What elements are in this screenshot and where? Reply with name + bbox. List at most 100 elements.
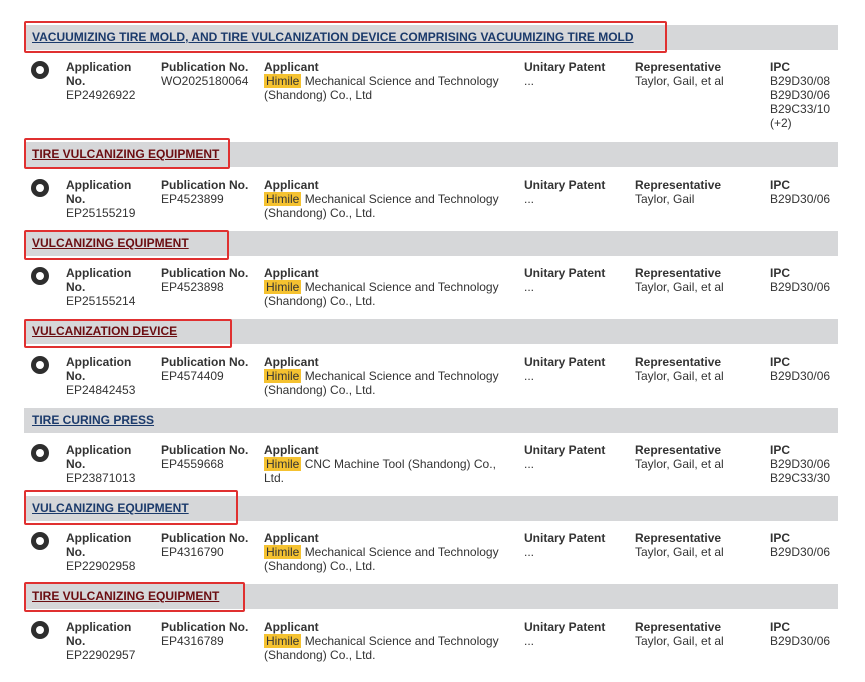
application-no-value: EP25155219 — [66, 206, 136, 220]
publication-no-cell: Publication No. EP4523898 — [161, 266, 261, 294]
applicant-label: Applicant — [264, 266, 319, 280]
publication-no-value: EP4523898 — [161, 280, 224, 294]
select-radio[interactable] — [31, 532, 49, 550]
result-title-link[interactable]: VULCANIZATION DEVICE — [32, 324, 177, 338]
applicant-highlight: Himile — [264, 192, 302, 206]
representative-cell: Representative Taylor, Gail, et al — [635, 60, 763, 88]
application-no-value: EP24926922 — [66, 88, 136, 102]
ipc-cell: IPC B29D30/06 — [770, 620, 850, 648]
ipc-label: IPC — [770, 620, 791, 634]
result-title-link[interactable]: VULCANIZING EQUIPMENT — [32, 236, 189, 250]
unitary-patent-value: ... — [524, 74, 535, 88]
applicant-highlight: Himile — [264, 369, 302, 383]
select-radio[interactable] — [31, 61, 49, 79]
publication-no-label: Publication No. — [161, 531, 249, 545]
publication-no-label: Publication No. — [161, 443, 249, 457]
unitary-patent-label: Unitary Patent — [524, 443, 606, 457]
application-no-value: EP22902958 — [66, 559, 136, 573]
applicant-highlight: Himile — [264, 634, 302, 648]
publication-no-cell: Publication No. EP4316790 — [161, 531, 261, 559]
application-no-cell: Application No. EP23871013 — [66, 443, 148, 485]
application-no-cell: Application No. EP24842453 — [66, 355, 148, 397]
result-title-link[interactable]: VACUUMIZING TIRE MOLD, AND TIRE VULCANIZ… — [32, 30, 634, 44]
representative-label: Representative — [635, 531, 722, 545]
unitary-patent-label: Unitary Patent — [524, 620, 606, 634]
result-title-bar: VACUUMIZING TIRE MOLD, AND TIRE VULCANIZ… — [24, 25, 838, 50]
application-no-label: Application No. — [66, 355, 132, 383]
ipc-label: IPC — [770, 355, 791, 369]
application-no-cell: Application No. EP22902958 — [66, 531, 148, 573]
unitary-patent-cell: Unitary Patent... — [524, 443, 624, 471]
applicant-label: Applicant — [264, 60, 319, 74]
publication-no-cell: Publication No. EP4559668 — [161, 443, 261, 471]
representative-value: Taylor, Gail, et al — [635, 369, 724, 383]
representative-label: Representative — [635, 355, 722, 369]
ipc-value: B29D30/06 — [770, 369, 831, 383]
application-no-cell: Application No. EP22902957 — [66, 620, 148, 662]
applicant-label: Applicant — [264, 443, 319, 457]
applicant-value: Himile Mechanical Science and Technology… — [264, 280, 516, 308]
applicant-highlight: Himile — [264, 545, 302, 559]
unitary-patent-label: Unitary Patent — [524, 531, 606, 545]
applicant-cell: Applicant Himile CNC Machine Tool (Shando… — [264, 443, 516, 485]
publication-no-value: EP4574409 — [161, 369, 224, 383]
unitary-patent-label: Unitary Patent — [524, 60, 606, 74]
select-radio[interactable] — [31, 179, 49, 197]
representative-cell: Representative Taylor, Gail, et al — [635, 443, 763, 471]
unitary-patent-value: ... — [524, 634, 535, 648]
publication-no-value: EP4559668 — [161, 457, 224, 471]
application-no-label: Application No. — [66, 60, 132, 88]
unitary-patent-cell: Unitary Patent... — [524, 266, 624, 294]
ipc-cell: IPC B29D30/06 — [770, 178, 850, 206]
publication-no-value: EP4523899 — [161, 192, 224, 206]
unitary-patent-value: ... — [524, 457, 535, 471]
unitary-patent-value: ... — [524, 192, 535, 206]
result-title-link[interactable]: TIRE VULCANIZING EQUIPMENT — [32, 147, 219, 161]
result-title-link[interactable]: TIRE CURING PRESS — [32, 413, 154, 427]
result-title-link[interactable]: VULCANIZING EQUIPMENT — [32, 501, 189, 515]
unitary-patent-cell: Unitary Patent... — [524, 355, 624, 383]
unitary-patent-label: Unitary Patent — [524, 355, 606, 369]
publication-no-label: Publication No. — [161, 620, 249, 634]
application-no-cell: Application No. EP24926922 — [66, 60, 148, 102]
applicant-value: Himile Mechanical Science and Technology… — [264, 545, 516, 573]
publication-no-cell: Publication No. WO2025180064 — [161, 60, 261, 88]
application-no-label: Application No. — [66, 620, 132, 648]
ipc-value: B29D30/06 — [770, 280, 831, 294]
publication-no-cell: Publication No. EP4574409 — [161, 355, 261, 383]
ipc-label: IPC — [770, 266, 791, 280]
result-title-bar: TIRE VULCANIZING EQUIPMENT — [24, 142, 838, 167]
representative-value: Taylor, Gail, et al — [635, 545, 724, 559]
representative-value: Taylor, Gail, et al — [635, 634, 724, 648]
applicant-cell: Applicant Himile Mechanical Science and T… — [264, 620, 516, 662]
applicant-label: Applicant — [264, 355, 319, 369]
result-title-bar: VULCANIZING EQUIPMENT — [24, 231, 838, 256]
ipc-cell: IPC B29D30/06 — [770, 531, 850, 559]
ipc-value: B29D30/06 — [770, 545, 831, 559]
applicant-value: Himile Mechanical Science and Technology… — [264, 192, 516, 220]
applicant-label: Applicant — [264, 178, 319, 192]
ipc-value: B29D30/06 — [770, 192, 831, 206]
publication-no-label: Publication No. — [161, 266, 249, 280]
application-no-label: Application No. — [66, 266, 132, 294]
unitary-patent-cell: Unitary Patent... — [524, 178, 624, 206]
publication-no-label: Publication No. — [161, 178, 249, 192]
select-radio[interactable] — [31, 444, 49, 462]
representative-value: Taylor, Gail, et al — [635, 457, 724, 471]
result-title-bar: VULCANIZATION DEVICE — [24, 319, 838, 344]
select-radio[interactable] — [31, 267, 49, 285]
publication-no-label: Publication No. — [161, 60, 249, 74]
applicant-value: Himile CNC Machine Tool (Shandong) Co., … — [264, 457, 516, 485]
applicant-cell: Applicant Himile Mechanical Science and T… — [264, 531, 516, 573]
ipc-label: IPC — [770, 60, 791, 74]
select-radio[interactable] — [31, 621, 49, 639]
result-title-bar: VULCANIZING EQUIPMENT — [24, 496, 838, 521]
application-no-value: EP25155214 — [66, 294, 136, 308]
result-title-link[interactable]: TIRE VULCANIZING EQUIPMENT — [32, 589, 219, 603]
applicant-highlight: Himile — [264, 457, 302, 471]
select-radio[interactable] — [31, 356, 49, 374]
unitary-patent-value: ... — [524, 369, 535, 383]
ipc-value: B29D30/06 B29C33/30 — [770, 457, 831, 485]
publication-no-label: Publication No. — [161, 355, 249, 369]
applicant-cell: Applicant Himile Mechanical Science and T… — [264, 355, 516, 397]
